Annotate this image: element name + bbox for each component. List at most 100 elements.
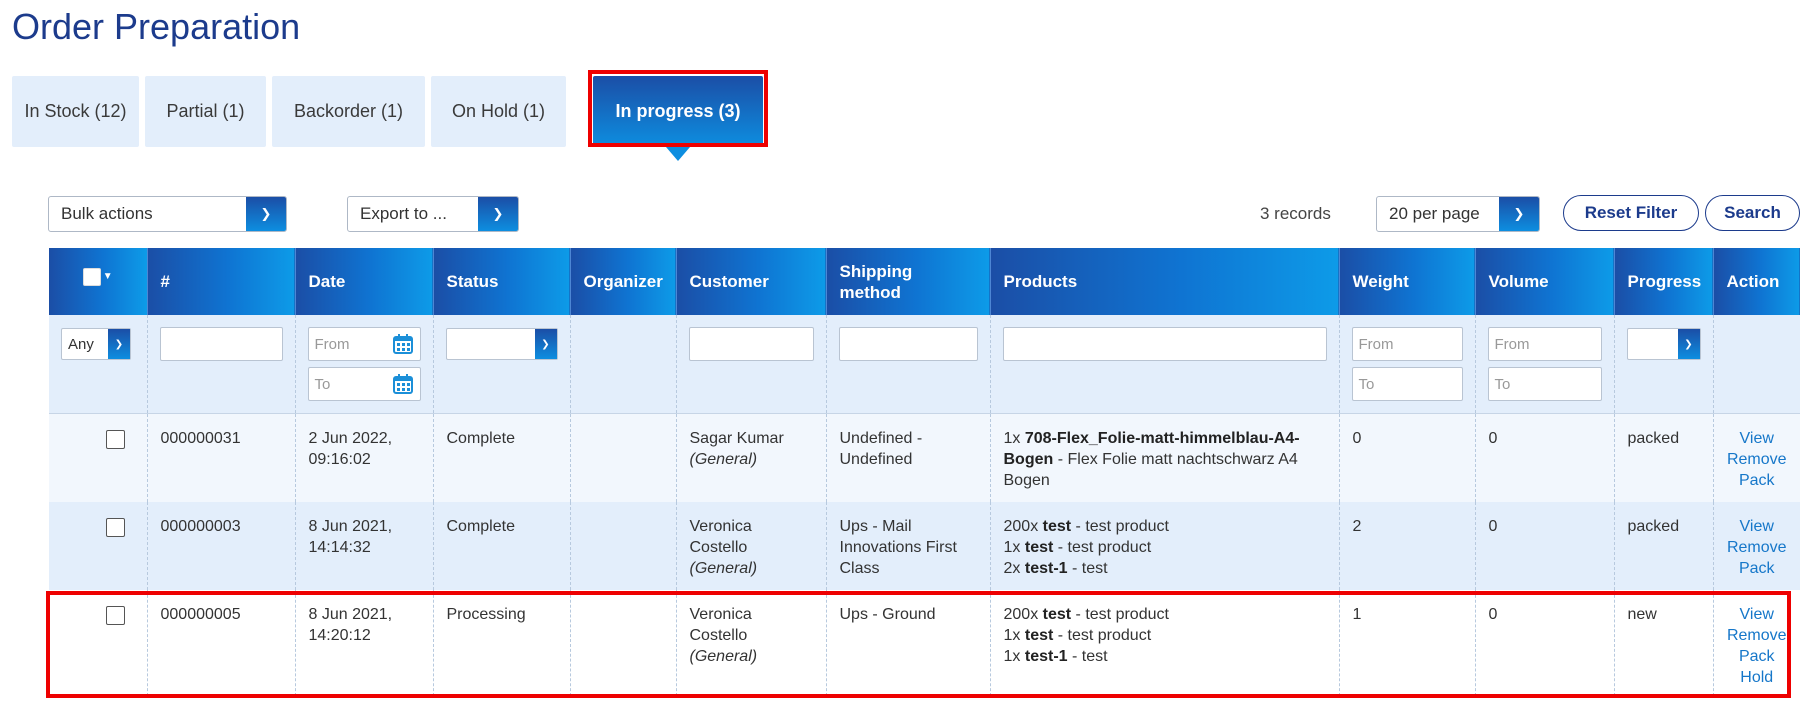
order-number: 000000005 <box>147 589 296 696</box>
pack-link[interactable]: Pack <box>1727 558 1788 579</box>
column-header-weight[interactable]: Weight <box>1339 248 1476 315</box>
product-sku: test <box>1042 605 1072 623</box>
order-weight: 0 <box>1339 413 1476 502</box>
caret-down-icon[interactable]: ▼ <box>103 266 113 287</box>
column-header-organizer[interactable]: Organizer <box>570 248 677 315</box>
order-organizer <box>570 413 677 502</box>
selection-filter-select[interactable]: Any ❯ <box>61 328 131 360</box>
progress-filter-select[interactable]: ❯ <box>1626 328 1701 360</box>
row-checkbox[interactable] <box>106 605 125 625</box>
select-all-checkbox[interactable] <box>82 267 101 286</box>
customer-name: Veronica Costello <box>689 605 752 644</box>
action-filter-empty <box>1713 315 1800 414</box>
order-shipping: Ups - Ground <box>826 589 991 696</box>
tab-in-stock[interactable]: In Stock (12) <box>12 76 139 147</box>
pack-link[interactable]: Pack <box>1727 646 1788 667</box>
calendar-icon[interactable] <box>392 373 414 395</box>
order-weight: 2 <box>1339 501 1476 590</box>
view-link[interactable]: View <box>1727 428 1788 449</box>
select-all-header[interactable]: ▼ <box>49 248 148 315</box>
per-page-label: 20 per page <box>1389 204 1480 223</box>
order-shipping: Ups - Mail Innovations First Class <box>826 501 991 590</box>
customer-group: (General) <box>689 559 758 577</box>
tab-on-hold[interactable]: On Hold (1) <box>431 76 566 147</box>
column-header-volume[interactable]: Volume <box>1475 248 1615 315</box>
volume-to-placeholder: To <box>1494 375 1511 393</box>
column-header-number[interactable]: # <box>147 248 296 315</box>
order-status: Complete <box>433 413 571 502</box>
hold-link[interactable]: Hold <box>1727 667 1788 688</box>
column-header-products[interactable]: Products <box>990 248 1340 315</box>
column-header-status[interactable]: Status <box>433 248 571 315</box>
page-title: Order Preparation <box>12 6 301 47</box>
table-header-row: ▼ # Date Status Organizer Customer Shipp… <box>49 248 1800 315</box>
status-filter-select[interactable]: ❯ <box>445 328 558 360</box>
calendar-icon[interactable] <box>392 333 414 355</box>
product-name: - test product <box>1071 517 1169 535</box>
view-link[interactable]: View <box>1727 516 1788 537</box>
remove-link[interactable]: Remove <box>1727 449 1788 470</box>
order-volume: 0 <box>1475 501 1615 590</box>
chevron-down-icon: ❯ <box>534 329 557 359</box>
remove-link[interactable]: Remove <box>1727 625 1788 646</box>
remove-link[interactable]: Remove <box>1727 537 1788 558</box>
export-label: Export to ... <box>360 204 447 223</box>
product-line: 1x 708-Flex_Folie-matt-himmelblau-A4-Bog… <box>1004 428 1326 491</box>
column-header-progress[interactable]: Progress <box>1614 248 1714 315</box>
order-organizer <box>570 501 677 590</box>
order-progress: packed <box>1614 413 1714 502</box>
bulk-actions-select[interactable]: Bulk actions ❯ <box>48 196 287 232</box>
column-header-shipping[interactable]: Shipping method <box>826 248 991 315</box>
order-date: 8 Jun 2021, 14:20:12 <box>295 589 434 696</box>
order-date: 2 Jun 2022, 09:16:02 <box>295 413 434 502</box>
table-row[interactable]: 000000003 8 Jun 2021, 14:14:32 Complete V… <box>49 501 1800 590</box>
search-button[interactable]: Search <box>1705 195 1800 231</box>
order-shipping: Undefined - Undefined <box>826 413 991 502</box>
chevron-down-icon: ❯ <box>1677 329 1700 359</box>
order-progress: new <box>1614 589 1714 696</box>
weight-from-placeholder: From <box>1358 335 1394 353</box>
chevron-down-icon: ❯ <box>478 197 518 231</box>
table-row[interactable]: 000000005 8 Jun 2021, 14:20:12 Processing… <box>49 589 1800 696</box>
product-sku: test <box>1042 517 1072 535</box>
product-line: 200x test - test product <box>1004 516 1326 537</box>
row-checkbox[interactable] <box>106 430 125 449</box>
product-name: - test product <box>1053 626 1152 644</box>
export-select[interactable]: Export to ... ❯ <box>347 196 519 232</box>
weight-to-placeholder: To <box>1358 375 1375 393</box>
volume-to-input[interactable]: To <box>1487 367 1602 401</box>
shipping-filter-input[interactable] <box>838 327 978 361</box>
date-from-input[interactable]: From <box>307 327 421 361</box>
number-filter-input[interactable] <box>159 327 283 361</box>
column-header-action: Action <box>1713 248 1800 315</box>
per-page-select[interactable]: 20 per page ❯ <box>1376 196 1540 232</box>
row-checkbox[interactable] <box>106 517 125 537</box>
customer-filter-input[interactable] <box>688 327 814 361</box>
order-customer: Veronica Costello (General) <box>676 589 827 696</box>
order-customer: Sagar Kumar (General) <box>676 413 827 502</box>
order-number: 000000031 <box>147 413 296 502</box>
weight-to-input[interactable]: To <box>1351 367 1463 401</box>
chevron-down-icon: ❯ <box>108 329 130 359</box>
order-products: 200x test - test product 1x test - test … <box>990 589 1340 696</box>
order-date-time: 09:16:02 <box>308 451 371 468</box>
column-header-customer[interactable]: Customer <box>676 248 827 315</box>
reset-filter-button[interactable]: Reset Filter <box>1563 195 1699 231</box>
weight-from-input[interactable]: From <box>1351 327 1463 361</box>
date-to-input[interactable]: To <box>307 367 421 401</box>
table-row[interactable]: 000000031 2 Jun 2022, 09:16:02 Complete S… <box>49 413 1800 502</box>
products-filter-input[interactable] <box>1002 327 1327 361</box>
order-date-time: 14:20:12 <box>308 626 371 644</box>
chevron-down-icon: ❯ <box>1499 197 1539 231</box>
column-header-date[interactable]: Date <box>295 248 434 315</box>
tab-partial[interactable]: Partial (1) <box>145 76 266 147</box>
order-date-time: 14:14:32 <box>308 538 371 556</box>
pack-link[interactable]: Pack <box>1727 470 1788 491</box>
customer-group: (General) <box>689 647 758 665</box>
volume-from-input[interactable]: From <box>1487 327 1602 361</box>
order-progress: packed <box>1614 501 1714 590</box>
view-link[interactable]: View <box>1727 604 1788 625</box>
product-sku: test <box>1024 538 1054 556</box>
tab-backorder[interactable]: Backorder (1) <box>272 76 425 147</box>
product-line: 2x test-1 - test <box>1004 558 1326 579</box>
